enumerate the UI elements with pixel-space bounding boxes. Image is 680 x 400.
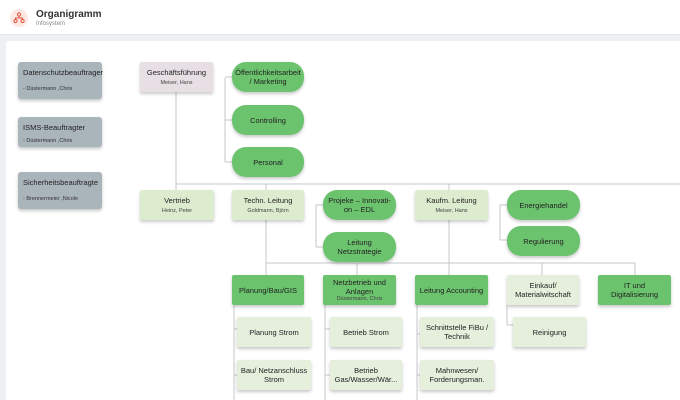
node-person: Düstermann, Chris — [336, 295, 383, 302]
node-title: Projeke – Innovati- on – EDL — [328, 196, 391, 214]
node-title: Sicherheitsbeauftragte — [23, 178, 99, 187]
node-title: Betrieb Gas/Wasser/Wär... — [334, 366, 398, 384]
node-title: Techn. Leitung — [243, 195, 293, 205]
org-chart-canvas[interactable]: Datenschutzbeauftrager Düstermann ,Chris… — [6, 41, 680, 400]
node-person: Meiser, Hans — [435, 207, 468, 214]
node-title: Personal — [253, 157, 283, 167]
node-title: Netzbetrieb und Anlagen — [333, 277, 386, 296]
node-title: ISMS-Beauftragter — [23, 123, 86, 132]
node-title: Kaufm. Leitung — [426, 195, 477, 205]
node-vertrieb[interactable]: Vertrieb Heinz, Peter — [140, 190, 214, 220]
node-title: IT und Digitalisierung — [610, 281, 659, 299]
node-title: Geschäftsführung — [146, 67, 207, 77]
node-title: Energiehandel — [519, 200, 568, 210]
sidebar-node-datenschutz[interactable]: Datenschutzbeauftrager Düstermann ,Chris — [18, 62, 104, 99]
node-kaufm-leitung[interactable]: Kaufm. Leitung Meiser, Hans — [415, 190, 488, 220]
node-person: Goldmann, Björn — [247, 207, 289, 214]
node-bau-netzanschluss[interactable]: Bau/ Netzanschluss Strom — [237, 360, 311, 390]
node-title: Reinigung — [532, 327, 567, 337]
node-title: Controlling — [250, 115, 286, 125]
node-title: Planung/Bau/GIS — [239, 285, 297, 295]
node-projekte[interactable]: Projeke – Innovati- on – EDL — [323, 190, 396, 220]
node-title: Öffentlichkeitsarbeit / Marketing — [235, 68, 301, 86]
node-controlling[interactable]: Controlling — [232, 105, 304, 135]
node-person: Heinz, Peter — [161, 207, 193, 214]
node-leitung-netzstrategie[interactable]: Leitung Netzstrategie — [323, 232, 396, 262]
node-person: Brennermeier ,Nicole — [23, 196, 78, 203]
node-title: Bau/ Netzanschluss Strom — [240, 366, 308, 384]
node-title: Leitung Accounting — [419, 285, 484, 295]
node-geschaeftsfuehrung[interactable]: Geschäftsführung Meiser, Hans — [140, 62, 213, 92]
app-header: Organigramm Infosystem — [0, 0, 680, 35]
node-leitung-accounting[interactable]: Leitung Accounting — [415, 275, 488, 305]
node-title: Regulierung — [523, 236, 564, 246]
node-regulierung[interactable]: Regulierung — [507, 226, 580, 256]
sidebar-node-isms[interactable]: ISMS-Beauftragter Düstermann ,Chris — [18, 117, 102, 147]
node-einkauf[interactable]: Einkauf/ Materialwitschaft — [507, 275, 579, 305]
node-it-digitalisierung[interactable]: IT und Digitalisierung — [598, 275, 671, 305]
node-title: Mahnwesen/ Forderungsman. — [429, 366, 485, 384]
node-planung-bau-gis[interactable]: Planung/Bau/GIS — [232, 275, 304, 305]
node-mahnwesen[interactable]: Mahnwesen/ Forderungsman. — [420, 360, 494, 390]
node-person: Düstermann ,Chris — [23, 138, 72, 145]
node-title: Vertrieb — [164, 195, 190, 205]
node-personal[interactable]: Personal — [232, 147, 304, 177]
node-reinigung[interactable]: Reinigung — [513, 317, 586, 347]
node-techn-leitung[interactable]: Techn. Leitung Goldmann, Björn — [232, 190, 304, 220]
node-title: Datenschutzbeauftrager — [23, 68, 104, 77]
node-person: Düstermann ,Chris — [23, 86, 72, 93]
node-title: Leitung Netzstrategie — [337, 238, 382, 256]
node-person: Meiser, Hans — [160, 79, 193, 86]
sidebar-node-sicherheit[interactable]: Sicherheitsbeauftragte Brennermeier ,Nic… — [18, 172, 102, 209]
node-betrieb-gas[interactable]: Betrieb Gas/Wasser/Wär... — [330, 360, 402, 390]
node-title: Schnittstelle FiBu / Technik — [425, 323, 489, 341]
org-chart-icon — [10, 9, 28, 27]
app-subtitle: Infosystem — [36, 21, 66, 27]
node-title: Einkauf/ Materialwitschaft — [515, 281, 571, 299]
node-planung-strom[interactable]: Planung Strom — [237, 317, 311, 347]
node-betrieb-strom[interactable]: Betrieb Strom — [330, 317, 402, 347]
node-schnittstelle[interactable]: Schnittstelle FiBu / Technik — [420, 317, 494, 347]
app-title: Organigramm — [36, 9, 102, 20]
node-title: Planung Strom — [249, 327, 299, 337]
node-netzbetrieb[interactable]: Netzbetrieb und Anlagen Düstermann, Chri… — [323, 275, 396, 305]
node-energiehandel[interactable]: Energiehandel — [507, 190, 580, 220]
node-title: Betrieb Strom — [343, 327, 389, 337]
node-oeffentlichkeitsarbeit[interactable]: Öffentlichkeitsarbeit / Marketing — [232, 62, 304, 92]
